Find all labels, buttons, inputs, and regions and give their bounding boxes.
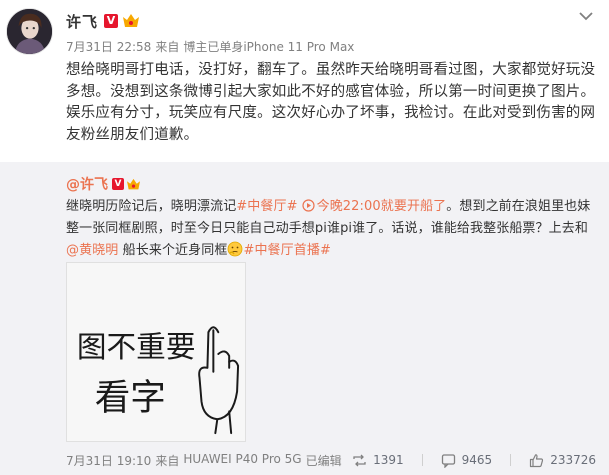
avatar[interactable] xyxy=(6,8,53,55)
topic-link[interactable]: #中餐厅首播# xyxy=(243,243,331,258)
avatar-image xyxy=(7,9,52,54)
edited-label[interactable]: 已编辑 xyxy=(306,452,342,469)
divider xyxy=(510,454,512,466)
repost-icon xyxy=(353,454,366,466)
repost-stats: 1391 9465 233726 xyxy=(352,453,596,468)
author-name[interactable]: 许飞 xyxy=(66,11,98,32)
repost-author-row: @许飞 V xyxy=(66,174,141,194)
member-crown-icon[interactable] xyxy=(122,13,140,29)
repost-time[interactable]: 7月31日 19:10 xyxy=(66,452,151,469)
member-crown-icon[interactable] xyxy=(126,178,141,191)
comment-icon xyxy=(441,453,455,468)
live-notice-link[interactable]: 今晚22:00就要开船了 xyxy=(298,199,447,214)
post-meta: 7月31日 22:58 来自 博主已单身iPhone 11 Pro Max xyxy=(66,38,354,55)
like-icon xyxy=(530,453,544,467)
like-count: 233726 xyxy=(550,453,596,467)
source-prefix: 来自 xyxy=(155,453,180,468)
comment-count-button[interactable]: 9465 xyxy=(441,453,493,468)
repost-count-button[interactable]: 1391 xyxy=(352,453,404,468)
live-notice-text: 今晚22:00就要开船了 xyxy=(316,199,447,214)
repost-text: 继晓明历险记后，晓明漂流记#中餐厅# 今晚22:00就要开船了。想到之前在浪姐里也… xyxy=(66,196,596,262)
verified-badge-icon: V xyxy=(104,14,119,28)
repost-text-1: 继晓明历险记后，晓明漂流记 xyxy=(66,199,237,214)
repost-text-3: 船长来个近身同框 xyxy=(118,243,228,258)
divider xyxy=(421,454,423,466)
post-source: 博主已单身iPhone 11 Pro Max xyxy=(183,40,355,54)
repost-image[interactable]: 图不重要 看字 xyxy=(66,262,246,442)
note-line-2: 看字 xyxy=(95,377,166,418)
repost-author[interactable]: @许飞 xyxy=(66,174,108,194)
comment-count: 9465 xyxy=(461,453,493,467)
play-circle-icon xyxy=(302,199,315,212)
post-time[interactable]: 7月31日 22:58 xyxy=(66,38,151,55)
source-prefix: 来自 xyxy=(155,40,180,54)
author-row: 许飞 V xyxy=(66,10,140,32)
thinking-face-icon xyxy=(228,241,243,257)
repost-footer: 7月31日 19:10 来自 HUAWEI P40 Pro 5G 已编辑 139… xyxy=(66,451,596,469)
topic-link[interactable]: #中餐厅# xyxy=(236,199,297,214)
repost-source: HUAWEI P40 Pro 5G xyxy=(183,451,302,466)
like-count-button[interactable]: 233726 xyxy=(529,453,596,468)
note-line-1: 图不重要 xyxy=(77,329,196,364)
post-text: 想给晓明哥打电话，没打好，翻车了。虽然昨天给晓明哥看过图，大家都觉好玩没多想。没… xyxy=(66,62,596,143)
handwritten-note-image: 图不重要 看字 xyxy=(67,263,245,441)
repost-card: @许飞 V 继晓明历险记后，晓明漂流记#中餐厅# 今晚22:00就要开船了。想到之… xyxy=(0,162,609,475)
chevron-down-icon[interactable] xyxy=(577,8,595,24)
verified-badge-icon: V xyxy=(112,178,124,190)
repost-meta: 7月31日 19:10 来自 HUAWEI P40 Pro 5G 已编辑 xyxy=(66,452,342,469)
mention-link[interactable]: @黄晓明 xyxy=(66,243,118,258)
repost-count: 1391 xyxy=(373,453,404,467)
